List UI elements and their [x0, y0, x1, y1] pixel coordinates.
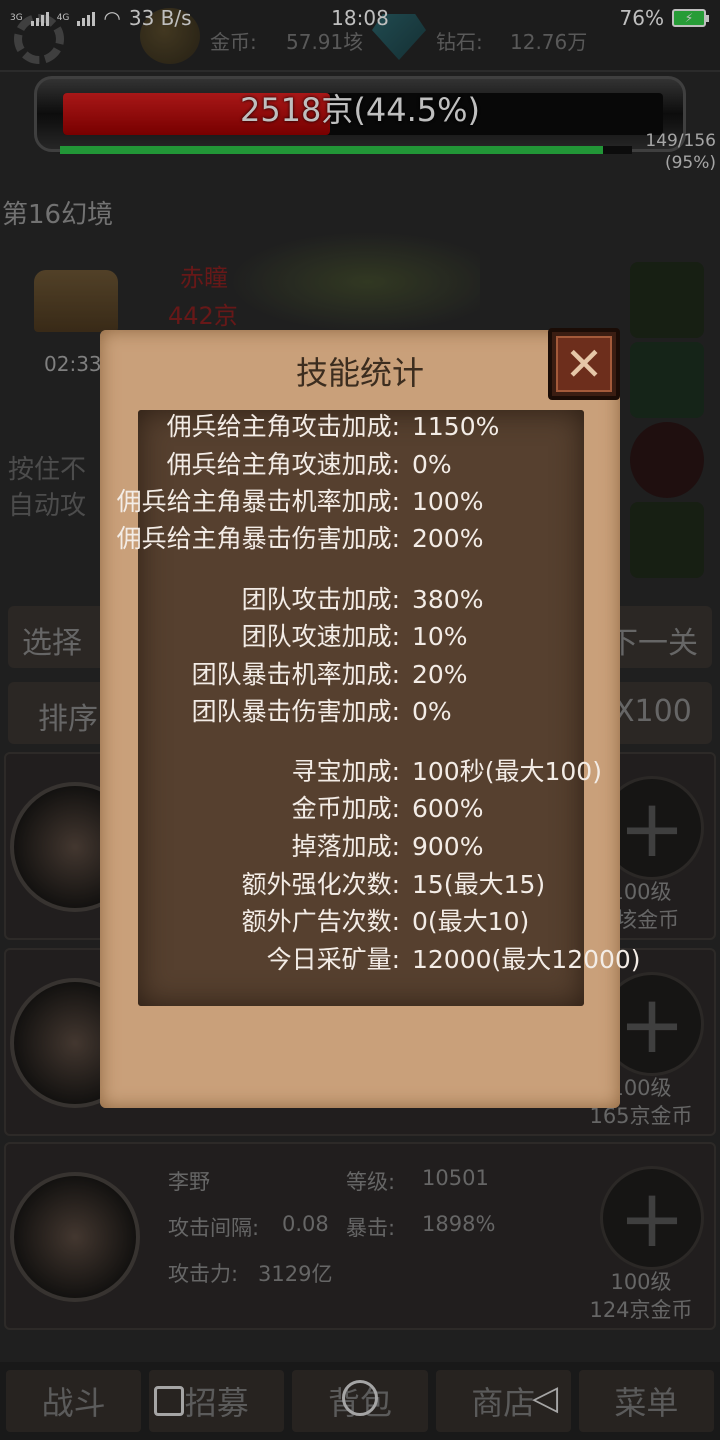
stat-value: 15(最大15) [412, 870, 546, 899]
stat-label: 金币加成: [291, 794, 400, 823]
stat-value: 100秒(最大100) [412, 757, 602, 786]
close-button[interactable]: ✕ [548, 328, 620, 400]
stat-label: 佣兵给主角暴击伤害加成: [116, 524, 400, 553]
stat-label: 团队暴击机率加成: [191, 660, 400, 689]
stat-value: 200% [412, 524, 484, 553]
stat-label: 佣兵给主角攻速加成: [166, 450, 400, 479]
stat-label: 团队攻击加成: [241, 585, 400, 614]
stat-value: 20% [412, 660, 468, 689]
stat-label: 团队攻速加成: [241, 622, 400, 651]
stat-label: 佣兵给主角攻击加成: [166, 412, 400, 441]
stat-label: 寻宝加成: [291, 757, 400, 786]
stat-value: 10% [412, 622, 468, 651]
stat-label: 今日采矿量: [266, 945, 400, 974]
stat-label: 佣兵给主角暴击机率加成: [116, 487, 400, 516]
stat-value: 0(最大10) [412, 907, 530, 936]
stat-label: 额外强化次数: [241, 870, 400, 899]
stat-value: 0% [412, 697, 452, 726]
stat-value: 380% [412, 585, 484, 614]
stat-label: 团队暴击伤害加成: [191, 697, 400, 726]
stat-value: 100% [412, 487, 484, 516]
stat-label: 掉落加成: [291, 832, 400, 861]
dialog-title: 技能统计 [295, 354, 424, 392]
close-icon: ✕ [556, 336, 612, 392]
stat-value: 600% [412, 794, 484, 823]
stat-value: 900% [412, 832, 484, 861]
stat-value: 1150% [412, 412, 500, 441]
stat-label: 额外广告次数: [241, 907, 400, 936]
stat-value: 12000(最大12000) [412, 945, 641, 974]
stat-value: 0% [412, 450, 452, 479]
